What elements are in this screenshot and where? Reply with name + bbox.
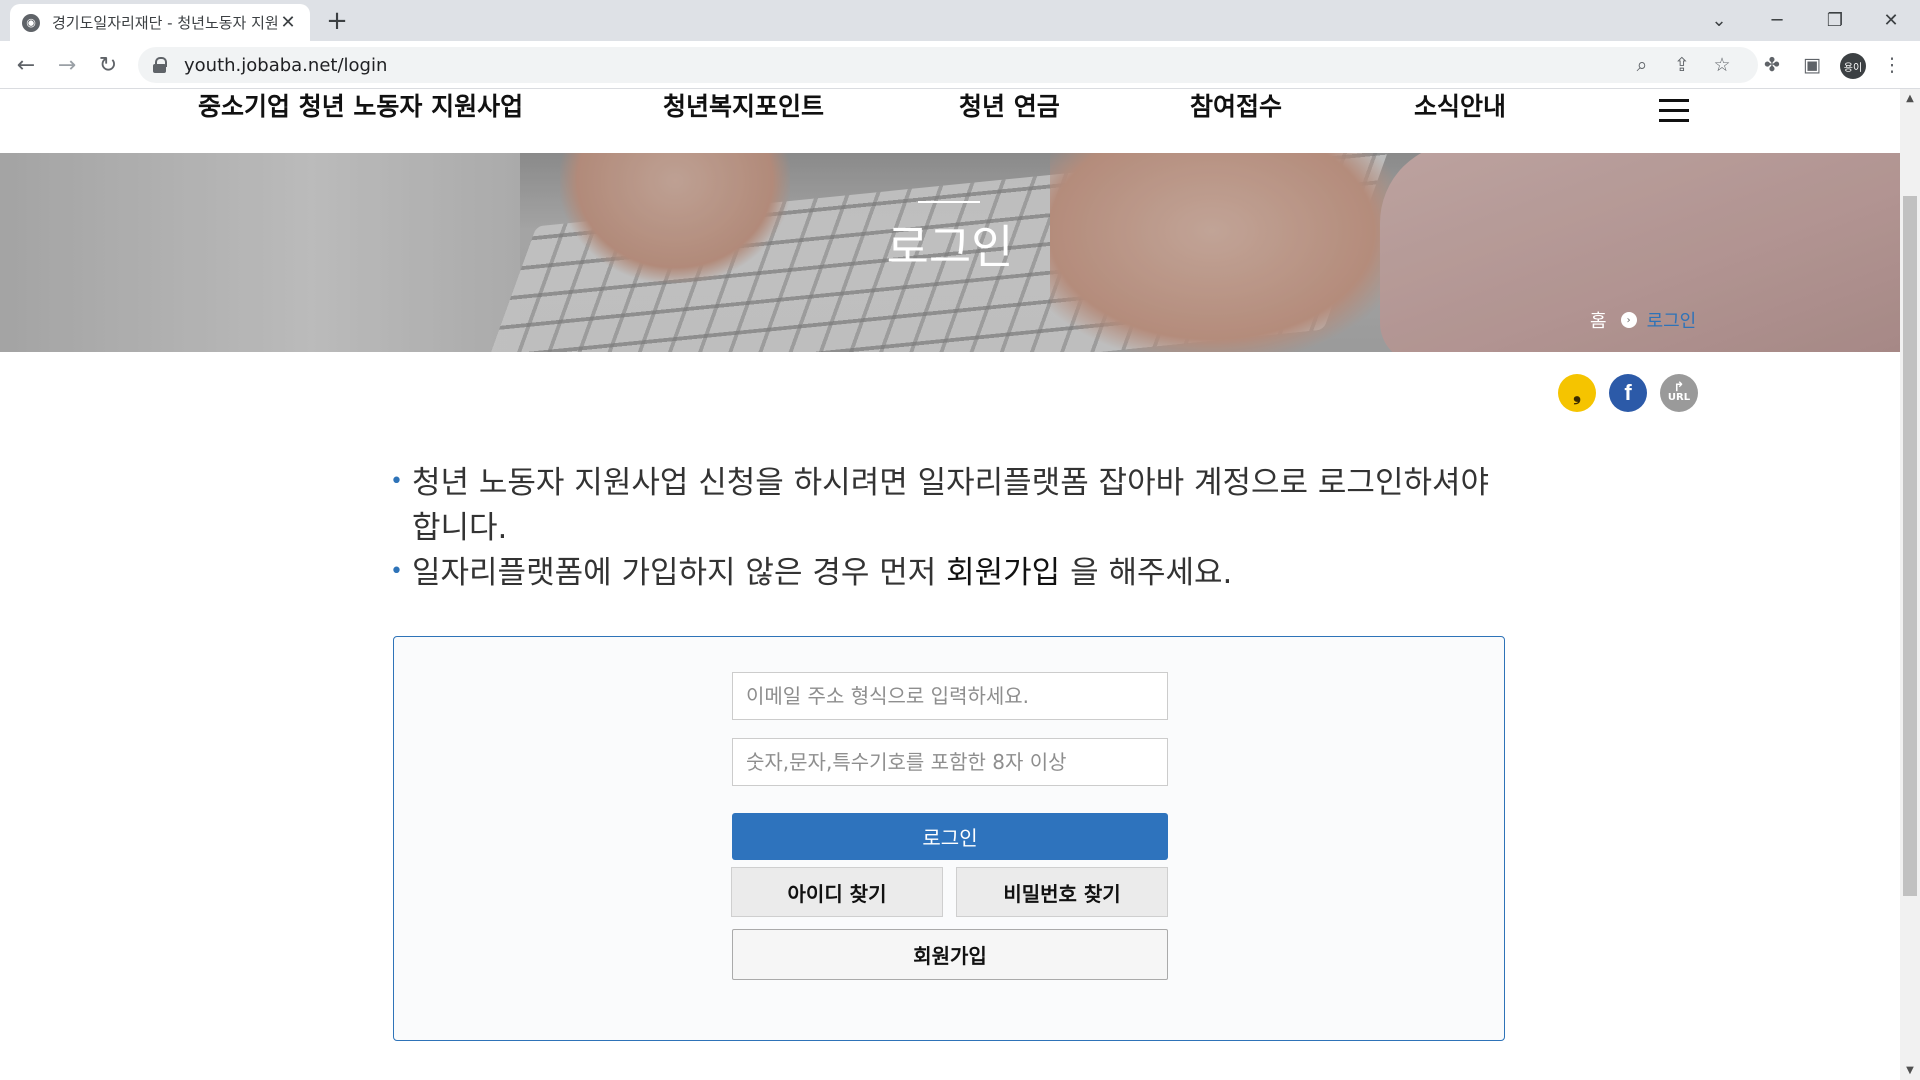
page-title: 로그인 <box>886 220 1014 274</box>
notice-text: 일자리플랫폼에 가입하지 않은 경우 먼저 <box>412 555 937 591</box>
breadcrumb: 홈 › 로그인 <box>1590 307 1696 333</box>
scroll-down-icon[interactable]: ▼ <box>1900 1065 1920 1076</box>
nav-item-news[interactable]: 소식안내 <box>1414 89 1506 125</box>
login-form: 로그인 아이디 찾기 비밀번호 찾기 회원가입 <box>393 636 1505 1041</box>
page-viewport: 중소기업 청년 노동자 지원사업 청년복지포인트 청년 연금 참여접수 소식안내… <box>0 89 1900 1080</box>
find-id-button[interactable]: 아이디 찾기 <box>731 867 943 917</box>
kakao-share-icon[interactable]: ❟ <box>1558 374 1596 412</box>
login-notice: 청년 노동자 지원사업 신청을 하시려면 일자리플랫폼 잡아바 계정으로 로그인… <box>390 459 1510 596</box>
forward-icon[interactable]: → <box>51 49 83 81</box>
scroll-up-icon[interactable]: ▲ <box>1900 93 1920 104</box>
lock-icon[interactable] <box>152 57 168 73</box>
hero-banner: 로그인 홈 › 로그인 <box>0 153 1900 352</box>
hero-title-rule <box>918 201 980 203</box>
tab-search-icon[interactable]: ⌄ <box>1690 0 1748 41</box>
notice-text: 을 해주세요. <box>1070 555 1233 591</box>
browser-tab-bar: ◉ 경기도일자리재단 - 청년노동자 지원사업 ✕ + ⌄ ─ ❐ ✕ <box>0 0 1920 41</box>
login-button[interactable]: 로그인 <box>732 813 1168 860</box>
nav-item-welfare-points[interactable]: 청년복지포인트 <box>663 89 824 125</box>
browser-toolbar: ← → ↻ youth.jobaba.net/login ⌕ ⇪ ☆ ✤ ▣ 용… <box>0 41 1920 89</box>
facebook-share-icon[interactable]: f <box>1609 374 1647 412</box>
address-bar[interactable]: youth.jobaba.net/login <box>138 47 1758 83</box>
close-window-icon[interactable]: ✕ <box>1862 0 1920 41</box>
global-navigation: 중소기업 청년 노동자 지원사업 청년복지포인트 청년 연금 참여접수 소식안내 <box>0 89 1900 153</box>
close-tab-icon[interactable]: ✕ <box>278 12 298 33</box>
hamburger-menu-icon[interactable] <box>1659 99 1689 123</box>
menu-kebab-icon[interactable]: ⋮ <box>1874 47 1910 83</box>
profile-avatar[interactable]: 용이 <box>1840 53 1866 79</box>
nav-item-youth-worker-support[interactable]: 중소기업 청년 노동자 지원사업 <box>198 89 523 125</box>
chevron-right-icon: › <box>1620 312 1637 328</box>
reload-icon[interactable]: ↻ <box>92 49 124 81</box>
back-icon[interactable]: ← <box>10 49 42 81</box>
find-password-button[interactable]: 비밀번호 찾기 <box>956 867 1168 917</box>
scrollbar-thumb[interactable] <box>1903 196 1917 896</box>
globe-icon: ◉ <box>22 13 40 32</box>
password-input[interactable] <box>732 738 1168 786</box>
notice-item: 일자리플랫폼에 가입하지 않은 경우 먼저 회원가입 을 해주세요. <box>390 549 1510 596</box>
minimize-icon[interactable]: ─ <box>1748 0 1806 41</box>
url-copy-label: URL <box>1667 392 1691 403</box>
page-scrollbar[interactable]: ▲ ▼ <box>1900 89 1920 1080</box>
signup-link[interactable]: 회원가입 <box>946 555 1060 591</box>
breadcrumb-current: 로그인 <box>1646 311 1697 332</box>
tab-title: 경기도일자리재단 - 청년노동자 지원사업 <box>52 14 278 32</box>
browser-tab[interactable]: ◉ 경기도일자리재단 - 청년노동자 지원사업 ✕ <box>10 4 310 41</box>
restore-icon[interactable]: ❐ <box>1806 0 1864 41</box>
url-copy-icon[interactable]: ↱ URL <box>1660 374 1698 412</box>
email-input[interactable] <box>732 672 1168 720</box>
notice-item: 청년 노동자 지원사업 신청을 하시려면 일자리플랫폼 잡아바 계정으로 로그인… <box>390 459 1510 551</box>
zoom-search-icon[interactable]: ⌕ <box>1624 47 1660 83</box>
extensions-puzzle-icon[interactable]: ✤ <box>1754 47 1790 83</box>
breadcrumb-home[interactable]: 홈 <box>1590 307 1607 333</box>
signup-button[interactable]: 회원가입 <box>732 929 1168 980</box>
side-panel-icon[interactable]: ▣ <box>1794 47 1830 83</box>
bookmark-star-icon[interactable]: ☆ <box>1704 47 1740 83</box>
share-page-icon[interactable]: ⇪ <box>1664 47 1700 83</box>
new-tab-icon[interactable]: + <box>322 6 352 36</box>
url-text[interactable]: youth.jobaba.net/login <box>184 55 387 76</box>
nav-item-youth-pension[interactable]: 청년 연금 <box>959 89 1060 125</box>
nav-item-application[interactable]: 참여접수 <box>1190 89 1282 125</box>
